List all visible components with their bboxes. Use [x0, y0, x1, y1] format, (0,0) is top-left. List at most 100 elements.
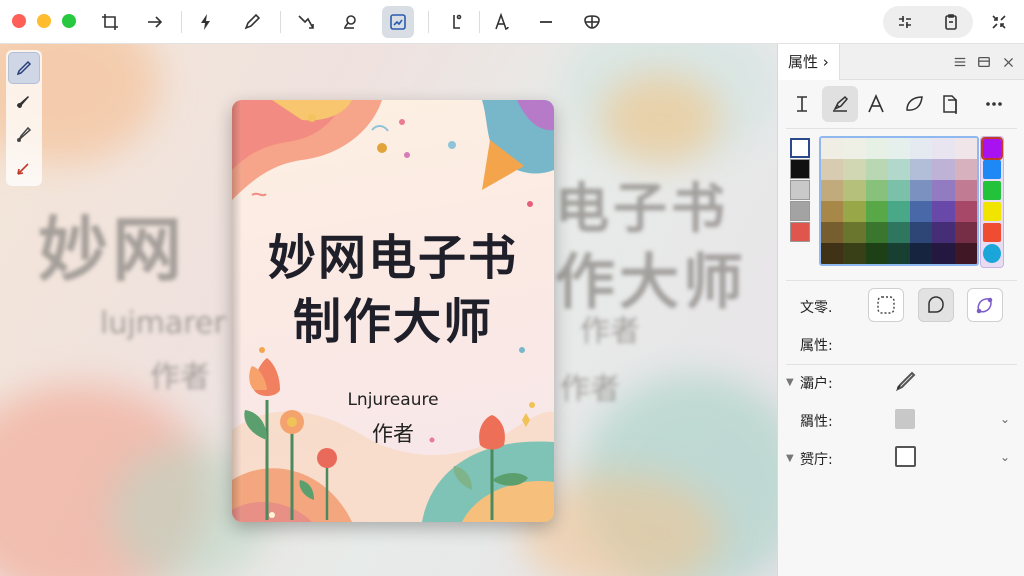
expand-triangle-icon[interactable]: ▼ [786, 377, 794, 388]
close-window-button[interactable] [12, 14, 26, 28]
editor-canvas[interactable]: 妙网 电子书 作大师 lujmarer 作者 作者 作者 妙网电子书 制作大师 … [0, 44, 777, 576]
color-cell[interactable] [932, 201, 955, 222]
color-cell[interactable] [821, 159, 844, 180]
page-icon[interactable] [932, 86, 968, 122]
swatch-gray[interactable] [790, 201, 810, 221]
color-cell[interactable] [887, 180, 911, 201]
color-cell[interactable] [843, 180, 866, 201]
airbrush-icon[interactable] [8, 118, 40, 150]
thin-brush-icon[interactable] [8, 86, 40, 118]
close-panel-icon[interactable] [998, 52, 1018, 72]
collapse-icon[interactable] [983, 6, 1015, 38]
book-author[interactable]: 作者 [232, 418, 554, 448]
color-cell[interactable] [932, 222, 955, 243]
maximize-window-button[interactable] [62, 14, 76, 28]
speech-bubble-button[interactable] [918, 288, 954, 322]
menu-icon[interactable] [950, 52, 970, 72]
color-cell[interactable] [843, 201, 866, 222]
arrow-corner-icon[interactable] [290, 6, 322, 38]
hue-swatch[interactable] [983, 202, 1001, 221]
swatch-black[interactable] [790, 159, 810, 179]
lasso-button[interactable] [967, 288, 1003, 322]
text-cursor-icon[interactable] [784, 86, 820, 122]
color-cell[interactable] [865, 201, 888, 222]
lightning-icon[interactable] [190, 6, 222, 38]
tab-properties[interactable]: 属性 › [778, 44, 840, 80]
chevron-down-icon-2[interactable]: ⌄ [1000, 450, 1010, 464]
mask-icon[interactable] [576, 6, 608, 38]
color-cell[interactable] [887, 222, 911, 243]
book-cover[interactable]: 妙网电子书 制作大师 Lnjureaure 作者 [232, 100, 554, 522]
color-cell[interactable] [821, 243, 844, 264]
fill-swatch[interactable] [895, 409, 915, 429]
color-cell[interactable] [910, 243, 933, 264]
color-cell[interactable] [865, 180, 888, 201]
color-cell[interactable] [865, 159, 888, 180]
hue-swatch[interactable] [981, 137, 1003, 160]
color-cell[interactable] [821, 180, 844, 201]
minimize-window-button[interactable] [37, 14, 51, 28]
brush-tool-icon[interactable] [8, 52, 40, 84]
measure-icon[interactable] [440, 6, 472, 38]
brush-icon[interactable] [892, 367, 920, 395]
color-cell[interactable] [887, 243, 911, 264]
color-cell[interactable] [843, 159, 866, 180]
expand-triangle-icon-2[interactable]: ▼ [786, 453, 794, 464]
color-cell[interactable] [910, 138, 933, 159]
color-cell[interactable] [843, 138, 866, 159]
color-cell[interactable] [821, 222, 844, 243]
color-cell[interactable] [887, 201, 911, 222]
book-author-latin[interactable]: Lnjureaure [232, 390, 554, 410]
color-cell[interactable] [954, 138, 977, 159]
color-cell[interactable] [954, 201, 977, 222]
hue-swatch[interactable] [983, 181, 1001, 200]
hue-swatch[interactable] [983, 223, 1001, 242]
color-cell[interactable] [910, 159, 933, 180]
dock-icon[interactable] [974, 52, 994, 72]
swatch-red[interactable] [790, 222, 810, 242]
color-cell[interactable] [910, 180, 933, 201]
color-cell[interactable] [910, 201, 933, 222]
book-title-line2[interactable]: 制作大师 [232, 282, 554, 352]
color-cell[interactable] [932, 243, 955, 264]
color-cell[interactable] [843, 243, 866, 264]
color-cell[interactable] [843, 222, 866, 243]
color-cell[interactable] [932, 159, 955, 180]
color-cell[interactable] [821, 201, 844, 222]
clipboard-icon[interactable] [935, 6, 967, 38]
color-cell[interactable] [954, 243, 977, 264]
color-cell[interactable] [932, 180, 955, 201]
paint-tool-icon[interactable] [822, 86, 858, 122]
hue-swatch[interactable] [983, 160, 1001, 179]
color-grid[interactable] [819, 136, 979, 266]
chevron-down-icon[interactable]: ⌄ [1000, 412, 1010, 426]
stroke-swatch[interactable] [895, 446, 916, 467]
color-cell[interactable] [954, 222, 977, 243]
pen-icon[interactable] [236, 6, 268, 38]
text-style-icon[interactable] [486, 6, 518, 38]
color-cell[interactable] [954, 180, 977, 201]
shape-tool-icon[interactable] [382, 6, 414, 38]
pen-nib-icon[interactable] [8, 152, 40, 184]
arrow-right-icon[interactable] [139, 6, 171, 38]
color-cell[interactable] [865, 243, 888, 264]
color-cell[interactable] [954, 159, 977, 180]
swatch-white[interactable] [790, 138, 810, 158]
color-cell[interactable] [821, 138, 844, 159]
color-cell[interactable] [910, 222, 933, 243]
color-cell[interactable] [932, 138, 955, 159]
color-cell[interactable] [887, 159, 911, 180]
crop-icon[interactable] [94, 6, 126, 38]
font-icon[interactable] [858, 86, 894, 122]
book-title-line1[interactable]: 妙网电子书 [232, 218, 554, 288]
color-cell[interactable] [865, 222, 888, 243]
square-shape-button[interactable] [868, 288, 904, 322]
eraser-icon[interactable] [334, 6, 366, 38]
adjust-icon[interactable] [889, 6, 921, 38]
color-cell[interactable] [865, 138, 888, 159]
more-icon[interactable] [976, 86, 1012, 122]
swatch-light-gray[interactable] [790, 180, 810, 200]
leaf-shape-icon[interactable] [896, 86, 932, 122]
color-cell[interactable] [887, 138, 911, 159]
hue-swatch[interactable] [983, 244, 1001, 263]
